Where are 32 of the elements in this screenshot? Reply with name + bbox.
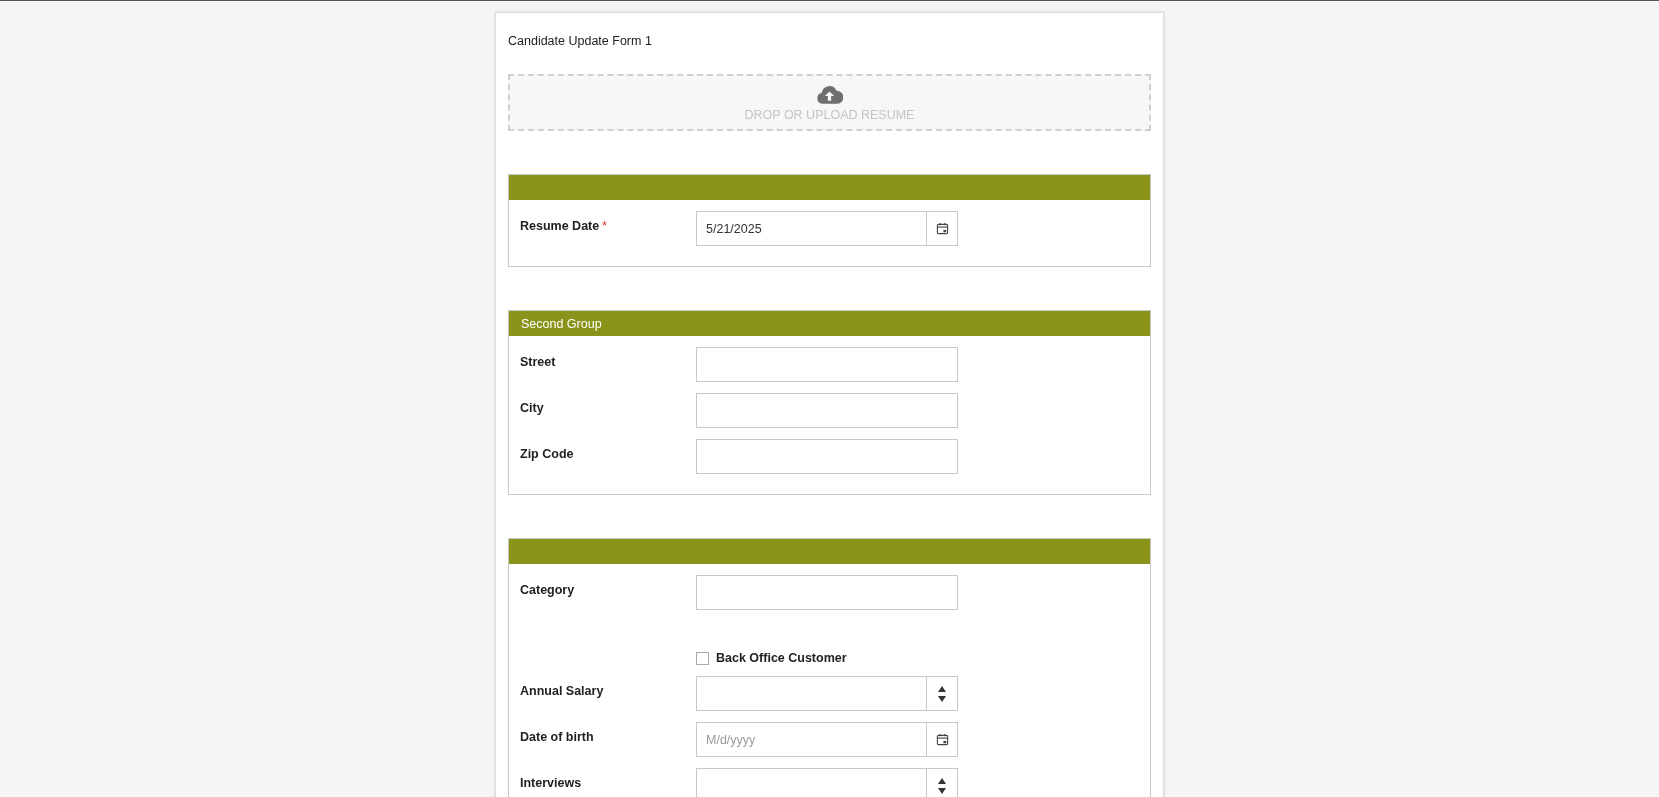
text-field[interactable] — [696, 439, 958, 474]
checkbox[interactable] — [696, 651, 709, 665]
calendar-button[interactable] — [927, 722, 958, 757]
field-label: Street — [520, 355, 556, 369]
cloud-upload-icon — [816, 83, 843, 105]
text-field[interactable] — [696, 393, 958, 428]
increment-arrow-icon[interactable] — [938, 777, 946, 784]
checkbox-option[interactable]: Back Office Customer — [696, 650, 847, 665]
decrement-arrow-icon[interactable] — [938, 695, 946, 702]
spinner-buttons[interactable] — [927, 768, 958, 797]
calendar-button[interactable] — [927, 211, 958, 246]
number-field[interactable] — [696, 768, 927, 797]
field-label: Interviews — [520, 776, 582, 790]
text-field[interactable] — [696, 347, 958, 382]
calendar-icon — [935, 222, 949, 235]
required-marker: * — [602, 219, 607, 233]
calendar-icon — [935, 733, 949, 746]
spinner-buttons[interactable] — [927, 676, 958, 711]
decrement-arrow-icon[interactable] — [938, 787, 946, 794]
date-field[interactable]: M/d/yyyy — [696, 722, 927, 757]
field-label: Date of birth — [520, 730, 594, 744]
field-label: Resume Date — [520, 219, 600, 233]
field-label: Category — [520, 583, 575, 597]
text-field[interactable] — [696, 575, 958, 610]
field-label: City — [520, 401, 544, 415]
increment-arrow-icon[interactable] — [938, 685, 946, 692]
field-label: Annual Salary — [520, 684, 604, 698]
field-label: Zip Code — [520, 447, 574, 461]
form-title: Candidate Update Form 1 — [508, 33, 653, 50]
date-field[interactable]: 5/21/2025 — [696, 211, 927, 246]
group-title: Second Group — [521, 316, 602, 331]
number-field[interactable] — [696, 676, 927, 711]
